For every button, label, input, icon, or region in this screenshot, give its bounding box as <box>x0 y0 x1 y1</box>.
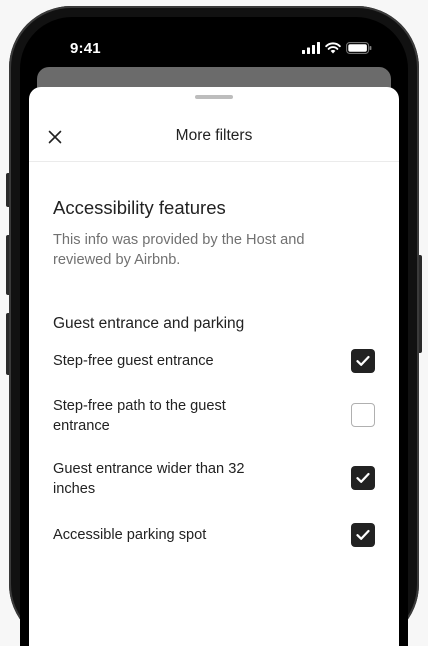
option-step-free-guest-entrance[interactable]: Step-free guest entrance <box>53 349 375 373</box>
section-description: This info was provided by the Host and r… <box>53 232 305 268</box>
status-icons <box>302 42 372 54</box>
header-divider <box>29 161 399 162</box>
battery-icon <box>346 42 372 54</box>
group-title: Guest entrance and parking <box>53 315 245 332</box>
status-bar: 9:41 <box>20 17 408 67</box>
wifi-icon <box>325 42 341 54</box>
option-label: Step-free path to the guest entrance <box>53 398 226 434</box>
phone-frame: 9:41 More filters Accessibility features… <box>9 6 419 646</box>
option-step-free-path[interactable]: Step-free path to the guest entrance <box>53 396 375 436</box>
option-accessible-parking[interactable]: Accessible parking spot <box>53 523 375 547</box>
cellular-signal-icon <box>302 42 320 54</box>
checkmark-icon <box>356 529 370 540</box>
checkbox-step-free-path[interactable] <box>351 403 375 427</box>
filters-sheet: More filters Accessibility features This… <box>29 87 399 646</box>
section-title: Accessibility features <box>53 197 226 218</box>
checkbox-step-free-guest-entrance[interactable] <box>351 349 375 373</box>
phone-screen: 9:41 More filters Accessibility features… <box>20 17 408 646</box>
option-wide-guest-entrance[interactable]: Guest entrance wider than 32 inches <box>53 459 375 499</box>
checkmark-icon <box>356 472 370 483</box>
sheet-title: More filters <box>175 127 253 144</box>
status-time: 9:41 <box>70 40 101 57</box>
option-label: Step-free guest entrance <box>53 353 214 369</box>
checkbox-accessible-parking[interactable] <box>351 523 375 547</box>
option-label: Guest entrance wider than 32 inches <box>53 461 245 497</box>
option-label: Accessible parking spot <box>53 527 207 543</box>
checkbox-wide-guest-entrance[interactable] <box>351 466 375 490</box>
sheet-drag-handle[interactable] <box>195 95 233 99</box>
checkmark-icon <box>356 355 370 366</box>
